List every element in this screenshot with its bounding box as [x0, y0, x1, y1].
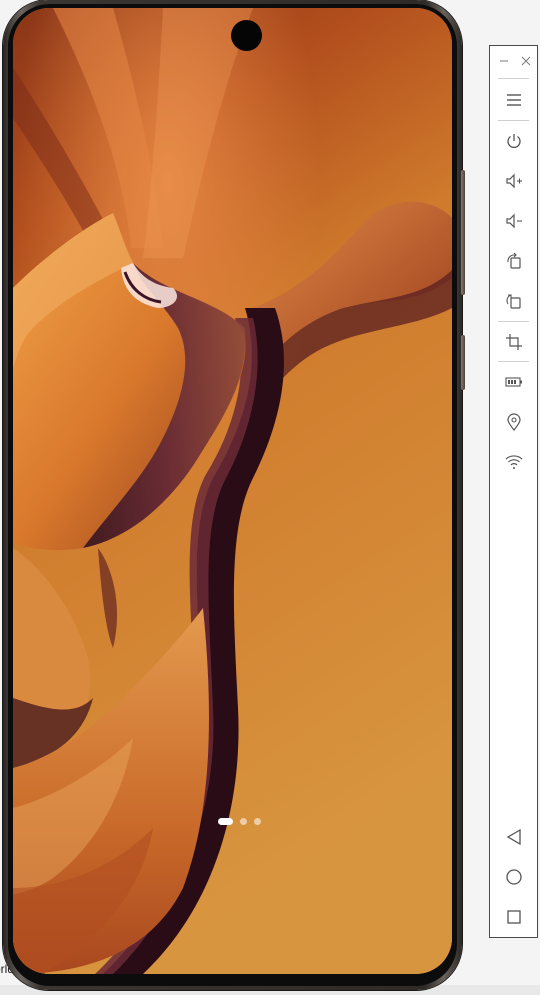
wallpaper-image: [13, 8, 452, 974]
location-pin-icon[interactable]: [498, 407, 529, 437]
toolbar-divider: [498, 361, 529, 362]
toolbar-window-controls: [490, 46, 537, 78]
volume-down-icon[interactable]: [498, 206, 529, 236]
hamburger-menu-icon[interactable]: [498, 85, 529, 115]
crop-icon[interactable]: [498, 327, 529, 357]
emulator-desktop: orld: [0, 0, 540, 995]
power-icon[interactable]: [498, 126, 529, 156]
toolbar-divider: [498, 78, 529, 79]
emulator-toolbar: [489, 45, 538, 938]
page-dot-active[interactable]: [218, 817, 233, 825]
rotate-right-icon[interactable]: [498, 286, 529, 316]
minimize-icon[interactable]: [497, 54, 511, 68]
page-indicator: [13, 817, 452, 825]
home-circle-icon[interactable]: [498, 862, 529, 892]
recents-square-icon[interactable]: [498, 902, 529, 932]
close-icon[interactable]: [519, 54, 533, 68]
toolbar-divider: [498, 321, 529, 322]
battery-icon[interactable]: [498, 367, 529, 397]
phone-screen[interactable]: [13, 8, 452, 974]
power-key: [461, 335, 465, 390]
volume-rocker: [461, 170, 465, 295]
page-dot[interactable]: [254, 817, 261, 825]
toolbar-divider: [498, 120, 529, 121]
phone-device-frame: [3, 0, 462, 990]
rotate-left-icon[interactable]: [498, 246, 529, 276]
volume-up-icon[interactable]: [498, 166, 529, 196]
front-camera-cutout: [231, 20, 262, 51]
wifi-icon[interactable]: [498, 447, 529, 477]
page-dot[interactable]: [240, 817, 247, 825]
back-triangle-icon[interactable]: [498, 822, 529, 852]
